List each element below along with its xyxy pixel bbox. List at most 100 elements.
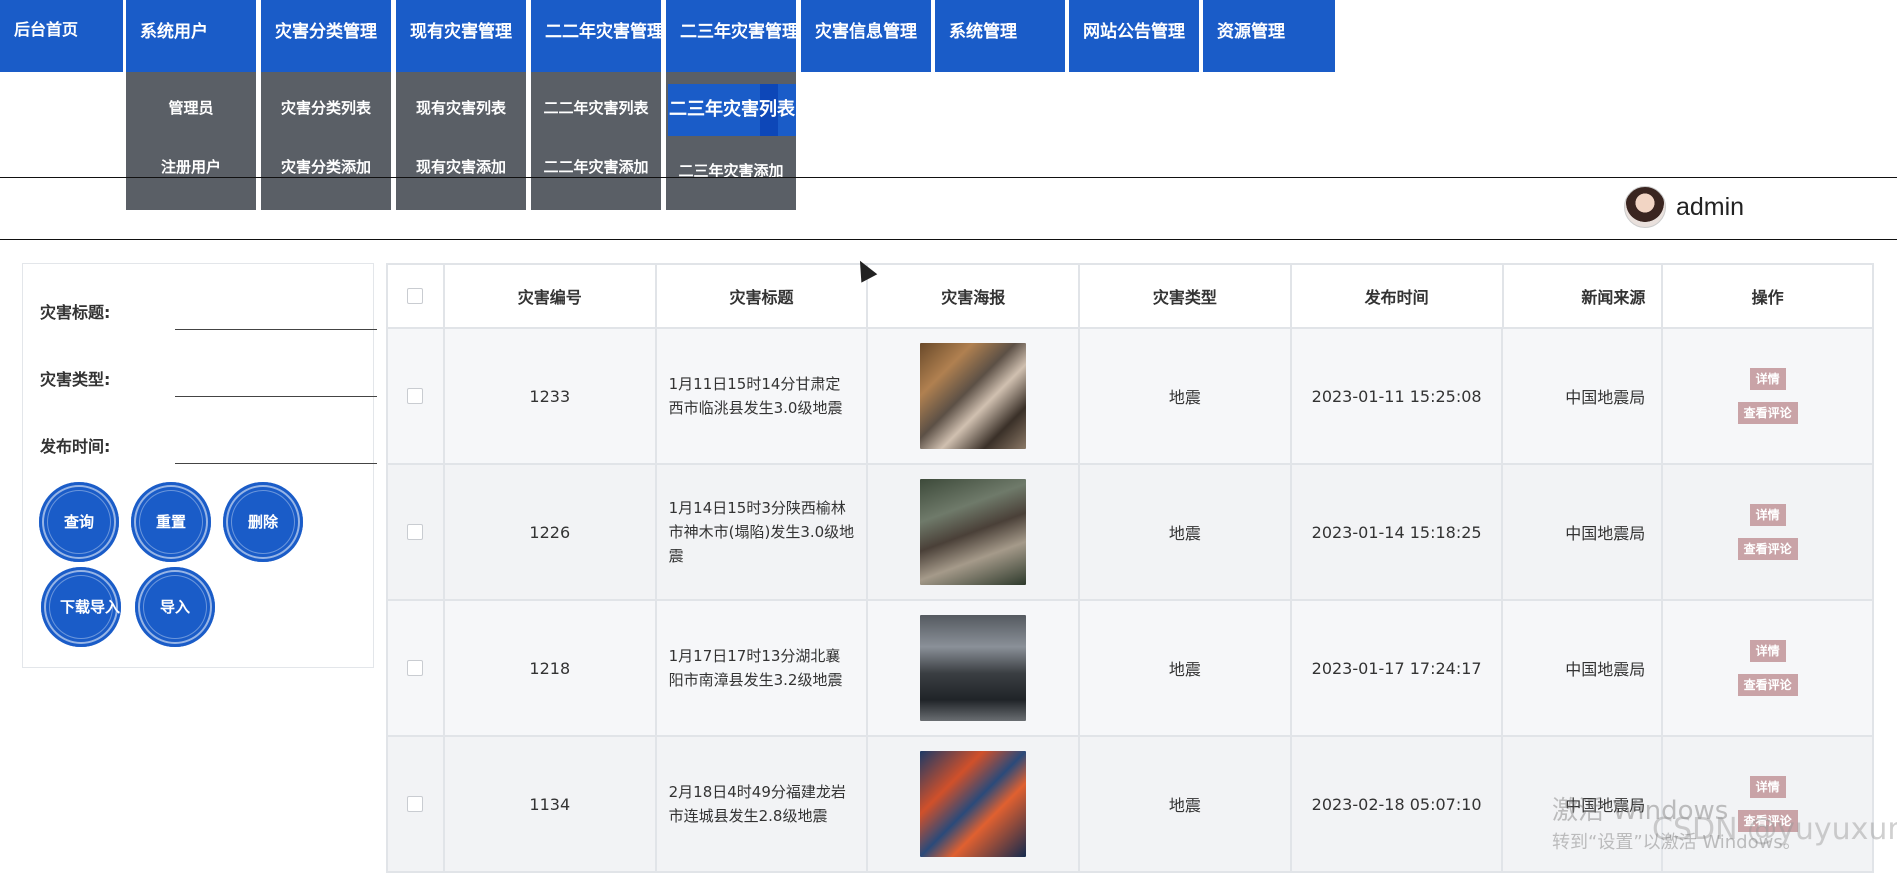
header-divider-top <box>0 177 1897 178</box>
cell-title: 2月18日4时49分福建龙岩市连城县发生2.8级地震 <box>657 737 869 871</box>
header-divider-bottom <box>0 239 1897 240</box>
table-header-row: 灾害编号 灾害标题 灾害海报 灾害类型 发布时间 新闻来源 操作 <box>386 263 1875 329</box>
row-checkbox[interactable] <box>407 660 424 676</box>
cell-type: 地震 <box>1080 465 1292 599</box>
query-button[interactable]: 查询 <box>39 482 119 562</box>
nav-item-home[interactable]: 后台首页 <box>0 0 123 72</box>
submenu-item-2022-list[interactable]: 二二年灾害列表 <box>531 80 661 136</box>
select-all-cell <box>388 265 445 327</box>
table-row: 1226 1月14日15时3分陕西榆林市神木市(塌陷)发生3.0级地震 地震 2… <box>386 465 1874 601</box>
table-row: 1218 1月17日17时13分湖北襄阳市南漳县发生3.2级地震 地震 2023… <box>386 601 1874 737</box>
row-select-cell <box>388 601 445 735</box>
row-select-cell <box>388 737 445 871</box>
cell-source: 中国地震局 <box>1503 601 1664 735</box>
submenu-2023-disasters: 二三年灾害列表 二三年灾害添加 <box>666 72 796 210</box>
detail-button[interactable]: 详情 <box>1749 776 1786 798</box>
cell-title: 1月17日17时13分湖北襄阳市南漳县发生3.2级地震 <box>657 601 869 735</box>
header-poster[interactable]: 灾害海报 <box>868 265 1081 327</box>
poster-image[interactable] <box>920 615 1027 721</box>
type-input[interactable] <box>175 360 377 397</box>
date-field-label: 发布时间: <box>40 437 111 456</box>
download-import-button[interactable]: 下载导入 <box>41 567 121 647</box>
type-field: 灾害类型: <box>40 356 377 397</box>
submenu-item-registered-users[interactable]: 注册用户 <box>126 136 256 198</box>
detail-button[interactable]: 详情 <box>1749 368 1786 390</box>
reset-button[interactable]: 重置 <box>131 482 211 562</box>
submenu-item-category-list[interactable]: 灾害分类列表 <box>261 80 391 136</box>
windows-activation-hint: 转到“设置”以激活 Windows。 <box>1552 832 1801 853</box>
submenu-item-current-add[interactable]: 现有灾害添加 <box>396 136 526 198</box>
cell-poster <box>868 329 1081 463</box>
header-time[interactable]: 发布时间 <box>1292 265 1504 327</box>
submenu-item-current-list[interactable]: 现有灾害列表 <box>396 80 526 136</box>
cell-type: 地震 <box>1080 329 1292 463</box>
header-id[interactable]: 灾害编号 <box>445 265 657 327</box>
nav-item-2022-disasters[interactable]: 二二年灾害管理 <box>531 0 661 72</box>
submenu-2022-disasters: 二二年灾害列表 二二年灾害添加 <box>531 72 661 210</box>
header-title[interactable]: 灾害标题 <box>657 265 869 327</box>
cell-id: 1134 <box>445 737 657 871</box>
user-name[interactable]: admin <box>1676 193 1744 222</box>
cell-title: 1月11日15时14分甘肃定西市临洮县发生3.0级地震 <box>657 329 869 463</box>
cell-poster <box>868 601 1081 735</box>
delete-button[interactable]: 删除 <box>223 482 303 562</box>
poster-image[interactable] <box>920 343 1027 449</box>
nav-item-disaster-info[interactable]: 灾害信息管理 <box>801 0 931 72</box>
submenu-item-2023-add[interactable]: 二三年灾害添加 <box>666 140 796 202</box>
nav-item-system-users[interactable]: 系统用户 <box>126 0 256 72</box>
nav-item-current-disasters[interactable]: 现有灾害管理 <box>396 0 526 72</box>
cell-actions: 详情 查看评论 <box>1663 601 1874 735</box>
cell-time: 2023-01-17 17:24:17 <box>1292 601 1504 735</box>
cell-id: 1233 <box>445 329 657 463</box>
view-comments-button[interactable]: 查看评论 <box>1737 674 1798 696</box>
cell-source: 中国地震局 <box>1503 329 1664 463</box>
cell-poster <box>868 737 1081 871</box>
type-field-label: 灾害类型: <box>40 370 111 389</box>
view-comments-button[interactable]: 查看评论 <box>1737 538 1798 560</box>
row-select-cell <box>388 329 445 463</box>
cell-type: 地震 <box>1080 737 1292 871</box>
row-checkbox[interactable] <box>407 524 424 540</box>
title-field: 灾害标题: <box>40 289 377 330</box>
row-checkbox[interactable] <box>407 796 424 812</box>
row-checkbox[interactable] <box>407 388 424 404</box>
header-type[interactable]: 灾害类型 <box>1080 265 1292 327</box>
table-row: 1233 1月11日15时14分甘肃定西市临洮县发生3.0级地震 地震 2023… <box>386 329 1874 465</box>
date-field: 发布时间: <box>40 423 377 464</box>
nav-item-system-manage[interactable]: 系统管理 <box>935 0 1065 72</box>
detail-button[interactable]: 详情 <box>1749 640 1786 662</box>
select-all-checkbox[interactable] <box>407 288 424 304</box>
cell-title: 1月14日15时3分陕西榆林市神木市(塌陷)发生3.0级地震 <box>657 465 869 599</box>
nav-item-2023-disasters[interactable]: 二三年灾害管理 <box>666 0 796 72</box>
submenu-item-2023-list[interactable]: 二三年灾害列表 <box>668 84 796 136</box>
nav-item-announcements[interactable]: 网站公告管理 <box>1069 0 1199 72</box>
detail-button[interactable]: 详情 <box>1749 504 1786 526</box>
avatar[interactable] <box>1624 186 1666 228</box>
date-input[interactable] <box>175 427 377 464</box>
submenu-item-2022-add[interactable]: 二二年灾害添加 <box>531 136 661 198</box>
submenu-system-users: 管理员 注册用户 <box>126 72 256 210</box>
import-button[interactable]: 导入 <box>135 567 215 647</box>
submenu-item-category-add[interactable]: 灾害分类添加 <box>261 136 391 198</box>
cell-time: 2023-01-11 15:25:08 <box>1292 329 1504 463</box>
cell-actions: 详情 查看评论 <box>1663 329 1874 463</box>
title-field-label: 灾害标题: <box>40 303 111 322</box>
title-input[interactable] <box>175 293 377 330</box>
user-menu[interactable]: admin <box>1624 184 1744 230</box>
submenu-item-admin[interactable]: 管理员 <box>126 80 256 136</box>
view-comments-button[interactable]: 查看评论 <box>1737 402 1798 424</box>
poster-image[interactable] <box>920 479 1027 585</box>
nav-item-resources[interactable]: 资源管理 <box>1203 0 1335 72</box>
row-select-cell <box>388 465 445 599</box>
cell-actions: 详情 查看评论 <box>1663 465 1874 599</box>
submenu-disaster-category: 灾害分类列表 灾害分类添加 <box>261 72 391 210</box>
cell-time: 2023-02-18 05:07:10 <box>1292 737 1504 871</box>
cell-time: 2023-01-14 15:18:25 <box>1292 465 1504 599</box>
search-panel: 灾害标题: 灾害类型: 发布时间: 查询 重置 删除 下载导入 导入 <box>22 263 377 668</box>
submenu-item-2023-list-label: 二三年灾害列表 <box>669 99 795 120</box>
poster-image[interactable] <box>920 751 1027 857</box>
submenu-current-disasters: 现有灾害列表 现有灾害添加 <box>396 72 526 210</box>
header-source[interactable]: 新闻来源 <box>1504 265 1664 327</box>
nav-item-disaster-category[interactable]: 灾害分类管理 <box>261 0 391 72</box>
cell-id: 1218 <box>445 601 657 735</box>
